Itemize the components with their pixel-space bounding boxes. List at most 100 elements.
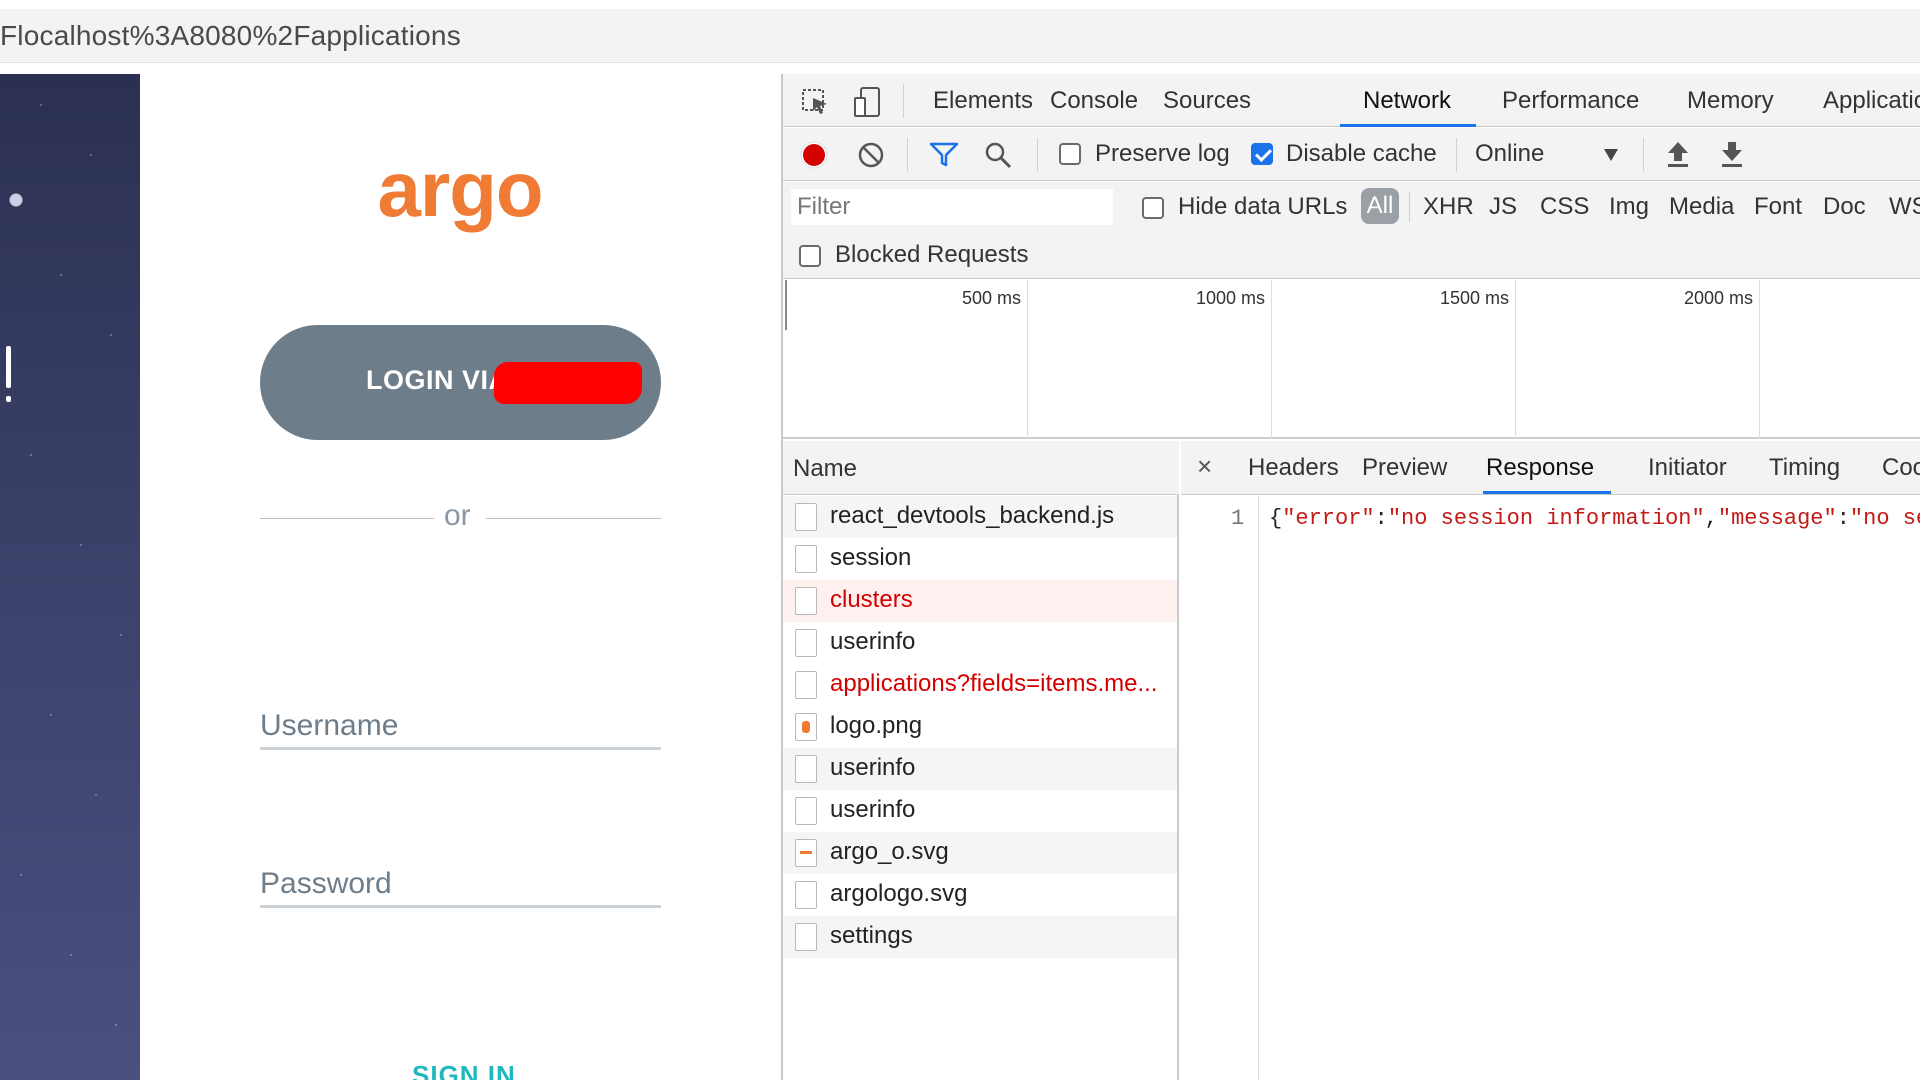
sign-in-button[interactable]: SIGN IN (412, 1060, 516, 1080)
request-row[interactable]: argo_o.svg (783, 832, 1177, 874)
tab-performance[interactable]: Performance (1502, 87, 1639, 115)
name-column-header[interactable]: Name (783, 441, 1179, 495)
request-row[interactable]: logo.png (783, 706, 1177, 748)
timeline-tick-label: 1500 ms (1439, 288, 1509, 308)
timeline-gridline (1027, 280, 1028, 439)
filter-type-css[interactable]: CSS (1540, 193, 1589, 221)
request-name: clusters (830, 586, 913, 613)
filter-type-ws[interactable]: WS (1889, 193, 1920, 221)
active-tab-indicator (1340, 124, 1476, 127)
request-row[interactable]: userinfo (783, 622, 1177, 664)
document-file-icon (795, 545, 817, 573)
filter-type-js[interactable]: JS (1489, 193, 1517, 221)
hide-data-urls-label: Hide data URLs (1178, 193, 1348, 220)
tab-network[interactable]: Network (1363, 87, 1451, 115)
request-row[interactable]: clusters (783, 580, 1177, 622)
json-comma: , (1704, 506, 1718, 531)
dropdown-arrow-icon (1604, 149, 1618, 161)
filter-type-xhr[interactable]: XHR (1423, 193, 1474, 221)
request-row[interactable]: settings (783, 916, 1177, 958)
devtools-tab-bar: Elements Console Sources Network Perform… (783, 74, 1920, 127)
inspect-element-icon[interactable] (801, 88, 831, 116)
network-toolbar: Preserve log Disable cache Online (783, 128, 1920, 181)
json-colon: : (1374, 506, 1388, 531)
tab-preview[interactable]: Preview (1362, 454, 1447, 482)
divider-line-left (260, 518, 434, 519)
tab-headers[interactable]: Headers (1248, 454, 1339, 482)
argo-logo: argo (360, 144, 560, 254)
svg-image-icon (795, 839, 817, 867)
separator (1037, 138, 1038, 172)
document-file-icon (795, 671, 817, 699)
tab-initiator[interactable]: Initiator (1648, 454, 1727, 482)
preserve-log-checkbox[interactable] (1059, 143, 1081, 165)
request-row[interactable]: session (783, 538, 1177, 580)
json-colon: : (1836, 506, 1850, 531)
request-row[interactable]: argologo.svg (783, 874, 1177, 916)
hide-data-urls-checkbox[interactable] (1142, 197, 1164, 219)
separator (903, 84, 904, 118)
request-name: userinfo (830, 796, 916, 823)
request-row[interactable]: userinfo (783, 748, 1177, 790)
request-row[interactable]: applications?fields=items.me... (783, 664, 1177, 706)
request-name: logo.png (830, 712, 923, 739)
document-file-icon (795, 755, 817, 783)
tab-console[interactable]: Console (1050, 87, 1138, 115)
username-input[interactable] (260, 704, 661, 750)
tab-elements[interactable]: Elements (933, 87, 1033, 115)
request-name: argo_o.svg (830, 838, 949, 865)
disable-cache-label: Disable cache (1286, 140, 1437, 167)
password-input[interactable] (260, 862, 661, 908)
close-icon[interactable]: × (1197, 451, 1212, 482)
document-file-icon (795, 923, 817, 951)
argo-logo-text: argo (377, 145, 543, 233)
timeline-start-marker (785, 280, 787, 330)
filter-input[interactable] (791, 189, 1113, 225)
name-column-label: Name (793, 455, 858, 482)
address-bar[interactable]: Flocalhost%3A8080%2Fapplications (0, 9, 1920, 63)
request-name: settings (830, 922, 913, 949)
svg-image-icon (795, 881, 817, 909)
filter-type-font[interactable]: Font (1754, 193, 1802, 221)
image-file-icon (795, 713, 817, 741)
device-toolbar-icon[interactable] (853, 86, 883, 118)
json-value: "no session information" (1387, 506, 1705, 531)
document-file-icon (795, 797, 817, 825)
network-timeline[interactable]: 500 ms 1000 ms 1500 ms 2000 ms (783, 280, 1920, 439)
json-value: "no se (1849, 506, 1920, 531)
record-icon[interactable] (799, 140, 829, 170)
url-text: Flocalhost%3A8080%2Fapplications (0, 20, 461, 51)
filter-type-img[interactable]: Img (1609, 193, 1649, 221)
disable-cache-checkbox[interactable] (1251, 143, 1273, 165)
filter-type-media[interactable]: Media (1669, 193, 1734, 221)
timeline-gridline (1271, 280, 1272, 439)
timeline-tick-label: 2000 ms (1683, 288, 1753, 308)
response-body-line[interactable]: {"error":"no session information","messa… (1269, 506, 1920, 531)
active-tab-indicator (1483, 491, 1611, 494)
timeline-tick-label: 500 ms (961, 288, 1021, 308)
request-list: Name react_devtools_backend.js session c… (783, 441, 1179, 1080)
request-name: userinfo (830, 754, 916, 781)
search-icon[interactable] (983, 140, 1013, 170)
tab-response[interactable]: Response (1486, 454, 1594, 482)
request-row[interactable]: react_devtools_backend.js (783, 496, 1177, 538)
blocked-requests-checkbox[interactable] (799, 245, 821, 267)
tab-memory[interactable]: Memory (1687, 87, 1774, 115)
request-row[interactable]: userinfo (783, 790, 1177, 832)
timeline-tick-label: 1000 ms (1195, 288, 1265, 308)
tab-sources[interactable]: Sources (1163, 87, 1251, 115)
filter-type-all[interactable]: All (1361, 188, 1399, 224)
export-har-icon[interactable] (1719, 139, 1745, 169)
tab-timing[interactable]: Timing (1769, 454, 1840, 482)
filter-type-doc[interactable]: Doc (1823, 193, 1866, 221)
sso-button-label: LOGIN VIA (366, 365, 509, 395)
document-file-icon (795, 587, 817, 615)
filter-icon[interactable] (928, 140, 960, 168)
blocked-requests-label: Blocked Requests (835, 241, 1029, 268)
login-via-sso-button[interactable]: LOGIN VIA (260, 325, 661, 440)
throttling-select[interactable]: Online (1475, 136, 1625, 174)
tab-cookies[interactable]: Coo (1882, 454, 1920, 482)
import-har-icon[interactable] (1665, 139, 1691, 169)
clear-icon[interactable] (857, 141, 885, 169)
tab-application[interactable]: Applicatio (1823, 87, 1920, 115)
